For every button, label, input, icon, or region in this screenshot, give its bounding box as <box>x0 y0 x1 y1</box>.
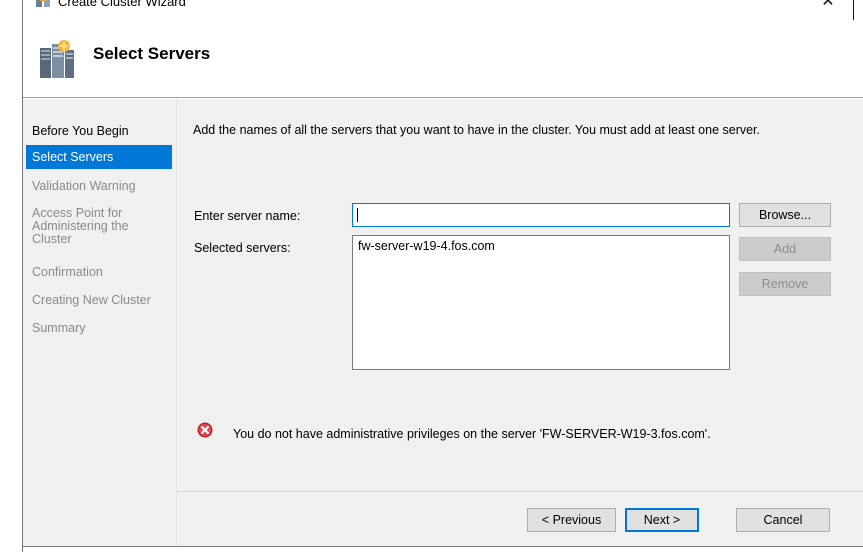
close-icon[interactable]: ✕ <box>818 0 838 10</box>
error-message: You do not have administrative privilege… <box>233 427 711 441</box>
window-bottom-border <box>23 546 863 547</box>
browse-button[interactable]: Browse... <box>739 203 831 227</box>
window-title: Create Cluster Wizard <box>58 0 186 9</box>
server-name-input[interactable] <box>352 203 730 227</box>
nav-step-validation-warning: Validation Warning <box>32 179 136 193</box>
next-button[interactable]: Next > <box>625 508 699 532</box>
create-cluster-wizard-window: Create Cluster Wizard ✕ Select Servers B… <box>22 0 863 552</box>
list-item[interactable]: fw-server-w19-4.fos.com <box>358 239 495 253</box>
cluster-app-icon <box>36 0 50 7</box>
nav-step-access-point: Access Point for Administering the Clust… <box>32 206 129 246</box>
cancel-button[interactable]: Cancel <box>736 508 830 532</box>
nav-step-select-servers[interactable]: Select Servers <box>26 145 172 169</box>
remove-button[interactable]: Remove <box>739 272 831 296</box>
text-caret <box>357 208 358 222</box>
background-window-edge <box>853 0 854 20</box>
server-name-label: Enter server name: <box>194 209 301 223</box>
title-bar: Create Cluster Wizard ✕ <box>23 0 863 14</box>
nav-step-before-you-begin[interactable]: Before You Begin <box>26 125 172 138</box>
nav-step-summary: Summary <box>32 321 86 335</box>
selected-servers-list[interactable]: fw-server-w19-4.fos.com <box>352 235 730 370</box>
add-button[interactable]: Add <box>739 237 831 261</box>
nav-step-creating-new-cluster: Creating New Cluster <box>32 293 151 307</box>
cluster-servers-icon <box>40 40 74 78</box>
instruction-text: Add the names of all the servers that yo… <box>193 123 761 137</box>
nav-step-confirmation: Confirmation <box>32 265 103 279</box>
footer-divider <box>177 491 863 492</box>
wizard-steps-nav: Before You Begin Select Servers Validati… <box>23 99 176 546</box>
previous-button[interactable]: < Previous <box>527 508 616 532</box>
error-icon <box>197 422 213 438</box>
wizard-content: Add the names of all the servers that yo… <box>176 99 863 546</box>
selected-servers-label: Selected servers: <box>194 241 291 255</box>
page-title: Select Servers <box>93 44 211 63</box>
wizard-header: Select Servers <box>23 14 863 98</box>
